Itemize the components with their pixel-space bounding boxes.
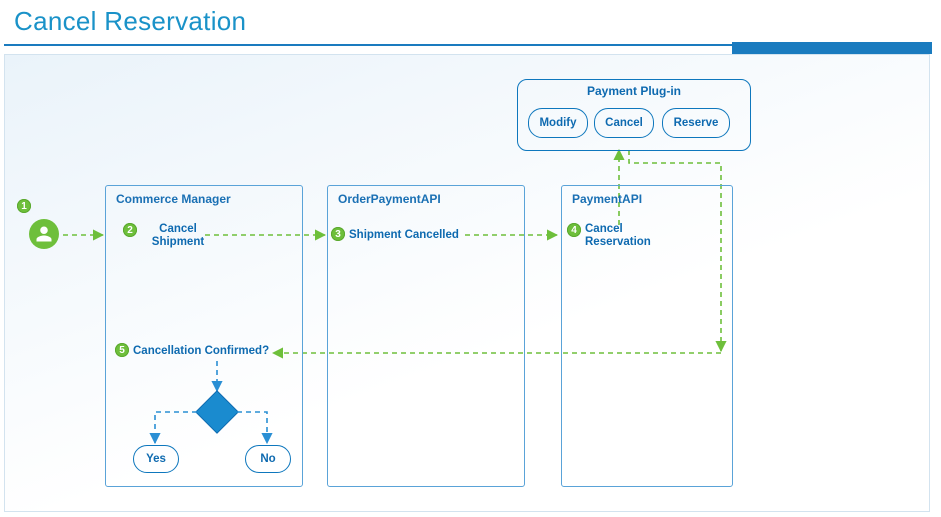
page-title: Cancel Reservation [14,6,246,37]
step-2-badge: 2 [123,223,137,237]
step-2-label-line1: Cancel [159,223,197,235]
plugin-cancel-button[interactable]: Cancel [594,108,654,138]
lane-paymentapi-title: PaymentAPI [572,192,642,206]
plugin-modify-button[interactable]: Modify [528,108,588,138]
step-4-badge: 4 [567,223,581,237]
diagram-canvas: Payment Plug-in Modify Cancel Reserve Co… [4,54,930,512]
step-3-badge: 3 [331,227,345,241]
step-4-label: Cancel Reservation [585,223,665,249]
lane-commerce-title: Commerce Manager [116,192,231,206]
plugin-reserve-button[interactable]: Reserve [662,108,730,138]
payment-plugin-box: Payment Plug-in Modify Cancel Reserve [517,79,751,151]
step-5-badge: 5 [115,343,129,357]
step-2-label: Cancel Shipment [143,223,213,249]
step-4-label-line1: Cancel [585,223,623,235]
step-2-label-line2: Shipment [152,236,204,248]
header-accent-bar [732,42,932,54]
lane-orderapi-title: OrderPaymentAPI [338,192,441,206]
decision-no: No [245,445,291,473]
step-1-badge: 1 [17,199,31,213]
decision-yes: Yes [133,445,179,473]
step-5-label: Cancellation Confirmed? [133,345,283,358]
payment-plugin-title: Payment Plug-in [518,84,750,98]
step-3-label: Shipment Cancelled [349,229,479,242]
step-4-label-line2: Reservation [585,236,651,248]
user-icon [29,219,59,249]
